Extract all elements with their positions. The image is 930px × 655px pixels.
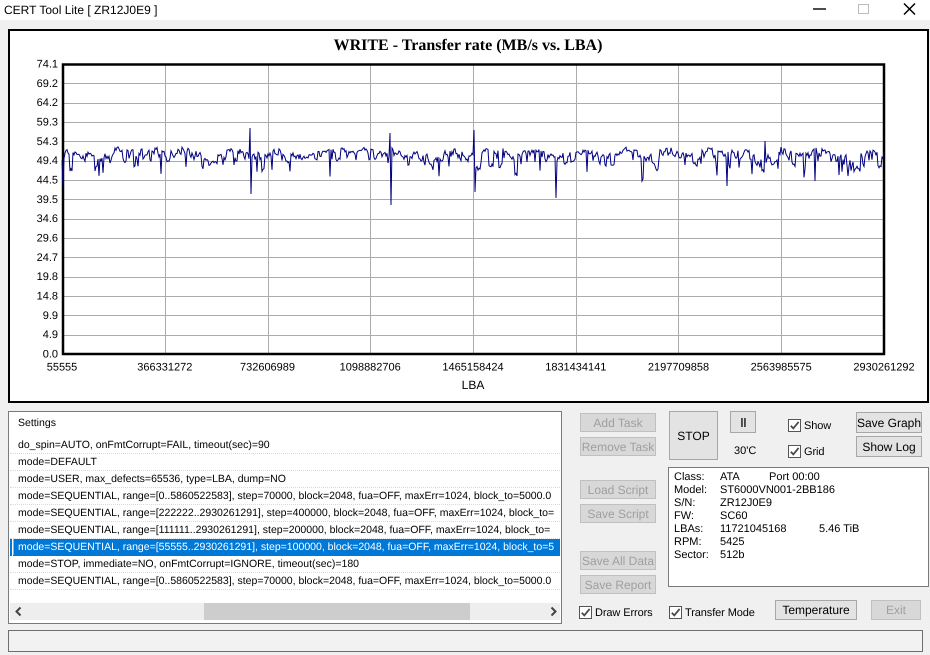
svg-text:64.2: 64.2 [37, 97, 58, 109]
svg-text:2930261292: 2930261292 [853, 362, 914, 374]
svg-text:29.6: 29.6 [37, 233, 58, 245]
svg-text:1098882706: 1098882706 [340, 362, 401, 374]
svg-text:732606989: 732606989 [240, 362, 295, 374]
svg-text:39.5: 39.5 [37, 194, 58, 206]
svg-text:14.8: 14.8 [37, 291, 58, 303]
svg-text:4.9: 4.9 [43, 329, 58, 341]
svg-text:WRITE - Transfer rate (MB/s vs: WRITE - Transfer rate (MB/s vs. LBA) [334, 37, 603, 54]
svg-text:0.0: 0.0 [43, 349, 58, 361]
svg-text:1465158424: 1465158424 [442, 362, 503, 374]
svg-text:69.2: 69.2 [37, 78, 58, 90]
svg-text:55555: 55555 [47, 362, 78, 374]
svg-text:2197709858: 2197709858 [648, 362, 709, 374]
svg-text:LBA: LBA [462, 378, 485, 392]
svg-text:59.3: 59.3 [37, 117, 58, 129]
svg-text:366331272: 366331272 [137, 362, 192, 374]
svg-text:2563985575: 2563985575 [751, 362, 812, 374]
svg-text:24.7: 24.7 [37, 252, 58, 264]
svg-text:9.9: 9.9 [43, 310, 58, 322]
svg-text:54.3: 54.3 [37, 136, 58, 148]
svg-text:1831434141: 1831434141 [545, 362, 606, 374]
svg-text:34.6: 34.6 [37, 213, 58, 225]
svg-text:44.5: 44.5 [37, 175, 58, 187]
svg-text:19.8: 19.8 [37, 271, 58, 283]
svg-text:74.1: 74.1 [37, 59, 58, 71]
svg-text:49.4: 49.4 [37, 155, 58, 167]
